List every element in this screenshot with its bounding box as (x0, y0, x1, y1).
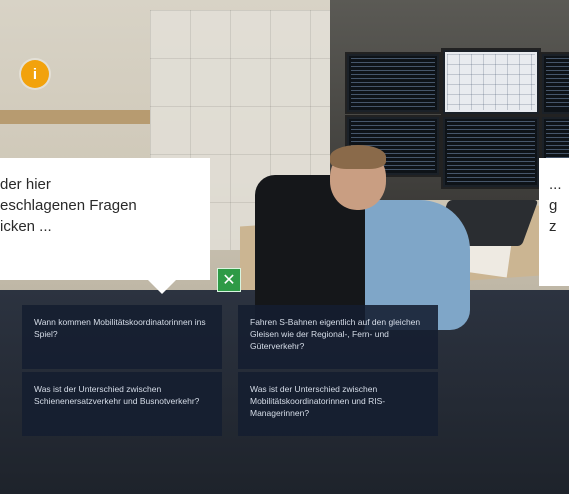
bubble-line: ... (549, 176, 562, 193)
info-icon[interactable]: i (21, 60, 49, 88)
question-card-2[interactable]: Fahren S-Bahnen eigentlich auf den gleic… (238, 305, 438, 369)
question-card-3[interactable]: Was ist der Unterschied zwischen Schiene… (22, 372, 222, 436)
speech-bubble-left: der hier eschlagenen Fragen icken ... (0, 158, 210, 294)
question-text: Was ist der Unterschied zwischen Schiene… (34, 384, 200, 406)
bubble-line: eschlagenen Fragen (0, 197, 137, 214)
person-hair (330, 145, 386, 169)
monitor (441, 115, 541, 189)
bubble-line: der hier (0, 176, 51, 193)
wooden-shelf (0, 110, 150, 124)
question-text: Fahren S-Bahnen eigentlich auf den gleic… (250, 317, 421, 351)
speech-bubble-right: ... g z (539, 158, 569, 286)
info-glyph: i (32, 65, 38, 83)
monitor (345, 52, 441, 114)
close-icon: ✕ (222, 272, 236, 289)
question-card-4[interactable]: Was ist der Unterschied zwischen Mobilit… (238, 372, 438, 436)
question-text: Wann kommen Mobilitätskoordinatorinnen i… (34, 317, 206, 339)
bubble-line: g (549, 197, 558, 214)
close-button[interactable]: ✕ (217, 268, 241, 292)
question-card-1[interactable]: Wann kommen Mobilitätskoordinatorinnen i… (22, 305, 222, 369)
bubble-line: z (549, 218, 557, 235)
bubble-tail (148, 280, 176, 294)
question-text: Was ist der Unterschied zwischen Mobilit… (250, 384, 386, 418)
bubble-line: icken ... (0, 218, 52, 235)
monitor (441, 48, 541, 116)
monitor (540, 52, 569, 116)
